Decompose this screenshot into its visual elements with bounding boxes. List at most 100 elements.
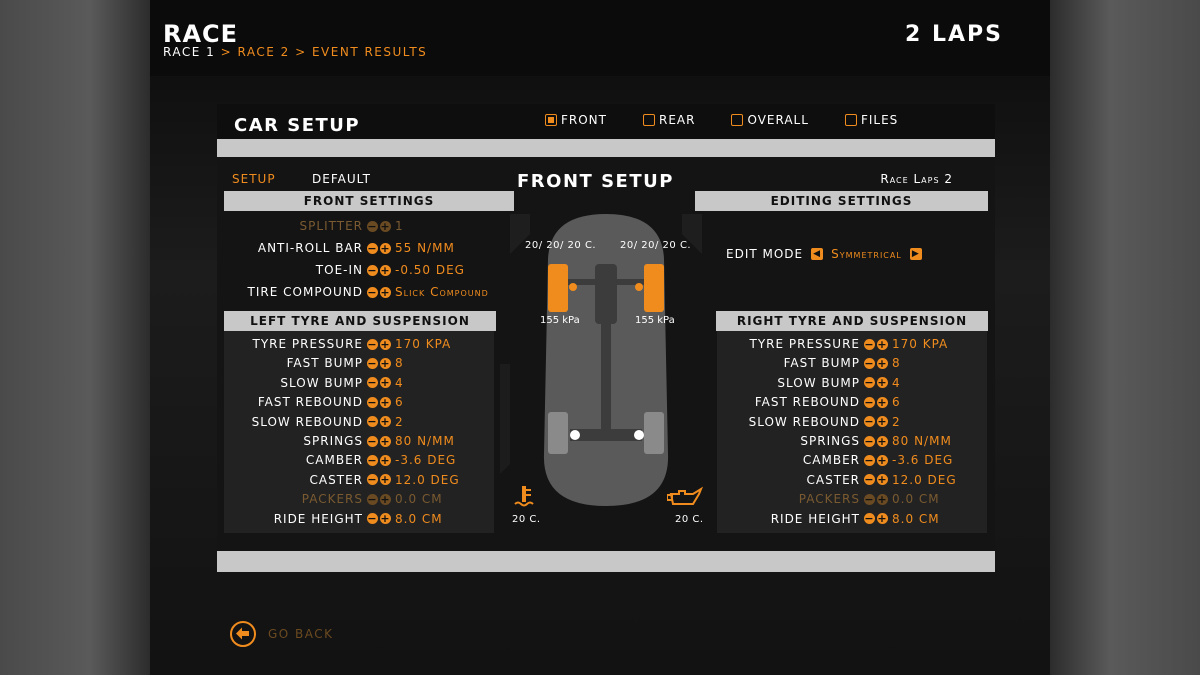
edit-mode-label: EDIT MODE [726,247,804,261]
increase-button[interactable]: + [877,493,888,505]
go-back-label: GO BACK [268,627,334,641]
setting-value: Slick Compound [395,285,489,299]
oil-temp: 20 C. [675,514,704,525]
decrease-button[interactable]: − [864,416,875,428]
setting-label: TOE-IN [315,263,363,277]
subtab-default[interactable]: DEFAULT [312,172,371,186]
laps-counter: 2 LAPS [905,22,1003,47]
checkbox-icon [731,114,744,126]
front-left-tyre [548,264,568,312]
stepper-control: − + [864,416,890,428]
stepper-control: − + [864,377,890,389]
checkbox-icon [643,114,655,126]
increase-button[interactable]: + [877,377,888,389]
setting-value: 2 [892,414,901,429]
edit-mode-next-button[interactable]: ▶ [909,248,922,260]
car-diagram [500,214,702,506]
tab-label: OVERALL [747,113,809,127]
stepper-control: − + [367,242,393,254]
decrease-button[interactable]: − [864,377,875,389]
coolant-temp-icon [514,486,534,507]
tab-files[interactable]: FILES [844,113,899,127]
tab-label: FILES [860,113,899,127]
checkbox-icon [545,114,557,126]
setting-value: 170 KPA [892,337,949,351]
breadcrumb-separator: > [295,45,307,59]
stepper-control: − + [864,474,890,486]
setting-value: 55 N/MM [395,241,455,255]
breadcrumb-event-results[interactable]: EVENT RESULTS [312,45,427,59]
setup-tabs: FRONT REAR OVERALL FILES [545,113,934,127]
editing-settings-header: EDITING SETTINGS [695,191,988,211]
stepper-control: − + [864,454,890,466]
increase-button[interactable]: + [877,474,888,486]
left-tyre-pressure: 155 kPa [540,315,580,326]
tab-overall[interactable]: OVERALL [731,113,808,127]
setting-value: -0.50 DEG [395,263,465,277]
game-screen: RACE RACE 1 > RACE 2 > EVENT RESULTS 2 L… [150,0,1050,675]
setting-row: ANTI-ROLL BAR − +55 N/MM [217,239,455,257]
go-back-button[interactable]: GO BACK [230,621,334,647]
stepper-control: − + [864,435,890,447]
back-arrow-icon [230,621,256,647]
decrease-button[interactable]: − [864,338,875,350]
stepper-control: − + [864,357,890,369]
tab-front[interactable]: FRONT [545,113,607,127]
left-backdrop [0,0,150,675]
setting-label: TIRE COMPOUND [247,285,363,299]
increase-button[interactable]: + [877,338,888,350]
setting-value: 8.0 CM [892,511,940,526]
increase-button[interactable]: + [380,242,391,254]
tab-rear[interactable]: REAR [643,113,695,127]
tab-label: REAR [659,113,696,127]
setting-value: 8 [892,356,901,371]
setting-value: 80 N/MM [892,434,952,448]
right-tyre-pressure: 155 kPa [635,315,675,326]
edit-mode-prev-button[interactable]: ◀ [811,248,824,260]
increase-button[interactable]: + [380,264,391,276]
stepper-control: − + [864,396,890,408]
breadcrumb-race-2[interactable]: RACE 2 [237,45,289,59]
right-tyre-temps: 20/ 20/ 20 C. [620,240,692,251]
left-tyre-title: LEFT TYRE AND SUSPENSION [250,314,470,328]
decrease-button[interactable]: − [367,264,378,276]
setting-row: TOE-IN − + -0.50 DEG [217,261,465,279]
front-right-tyre [644,264,664,312]
increase-button[interactable]: + [380,220,391,232]
setting-label: ANTI-ROLL BAR [257,241,363,255]
decrease-button[interactable]: − [864,435,875,447]
divider-strip [217,139,995,157]
decrease-button[interactable]: − [864,474,875,486]
decrease-button[interactable]: − [864,396,875,408]
increase-button[interactable]: + [877,416,888,428]
increase-button[interactable]: + [877,396,888,408]
decrease-button[interactable]: − [367,220,378,232]
stepper-control: − + [864,338,890,350]
car-setup-panel: CAR SETUP FRONT REAR OVERALL FILES SETUP… [217,104,995,572]
decrease-button[interactable]: − [864,454,875,466]
decrease-button[interactable]: − [864,513,875,525]
front-settings-header: FRONT SETTINGS [224,191,514,211]
decrease-button[interactable]: − [864,357,875,369]
decrease-button[interactable]: − [367,286,378,298]
editing-settings-title: EDITING SETTINGS [770,194,913,208]
setting-value: 4 [892,375,901,390]
tab-label: FRONT [561,113,607,127]
checkbox-icon [844,114,857,126]
setting-row: TIRE COMPOUND − + Slick Compound [217,283,489,301]
increase-button[interactable]: + [877,513,888,525]
increase-button[interactable]: + [380,286,391,298]
setting-value: 1 [395,219,404,233]
section-title: FRONT SETUP [517,171,674,192]
edit-mode-control: EDIT MODE ◀ Symmetrical ▶ [726,247,922,261]
increase-button[interactable]: + [877,435,888,447]
top-bar: RACE RACE 1 > RACE 2 > EVENT RESULTS 2 L… [150,0,1050,76]
subtab-setup[interactable]: SETUP [232,172,276,186]
decrease-button[interactable]: − [864,493,875,505]
breadcrumb: RACE 1 > RACE 2 > EVENT RESULTS [163,45,427,59]
setting-value: 12.0 DEG [892,472,957,487]
increase-button[interactable]: + [877,357,888,369]
increase-button[interactable]: + [877,454,888,466]
decrease-button[interactable]: − [367,242,378,254]
stepper-control: − + [367,220,393,232]
